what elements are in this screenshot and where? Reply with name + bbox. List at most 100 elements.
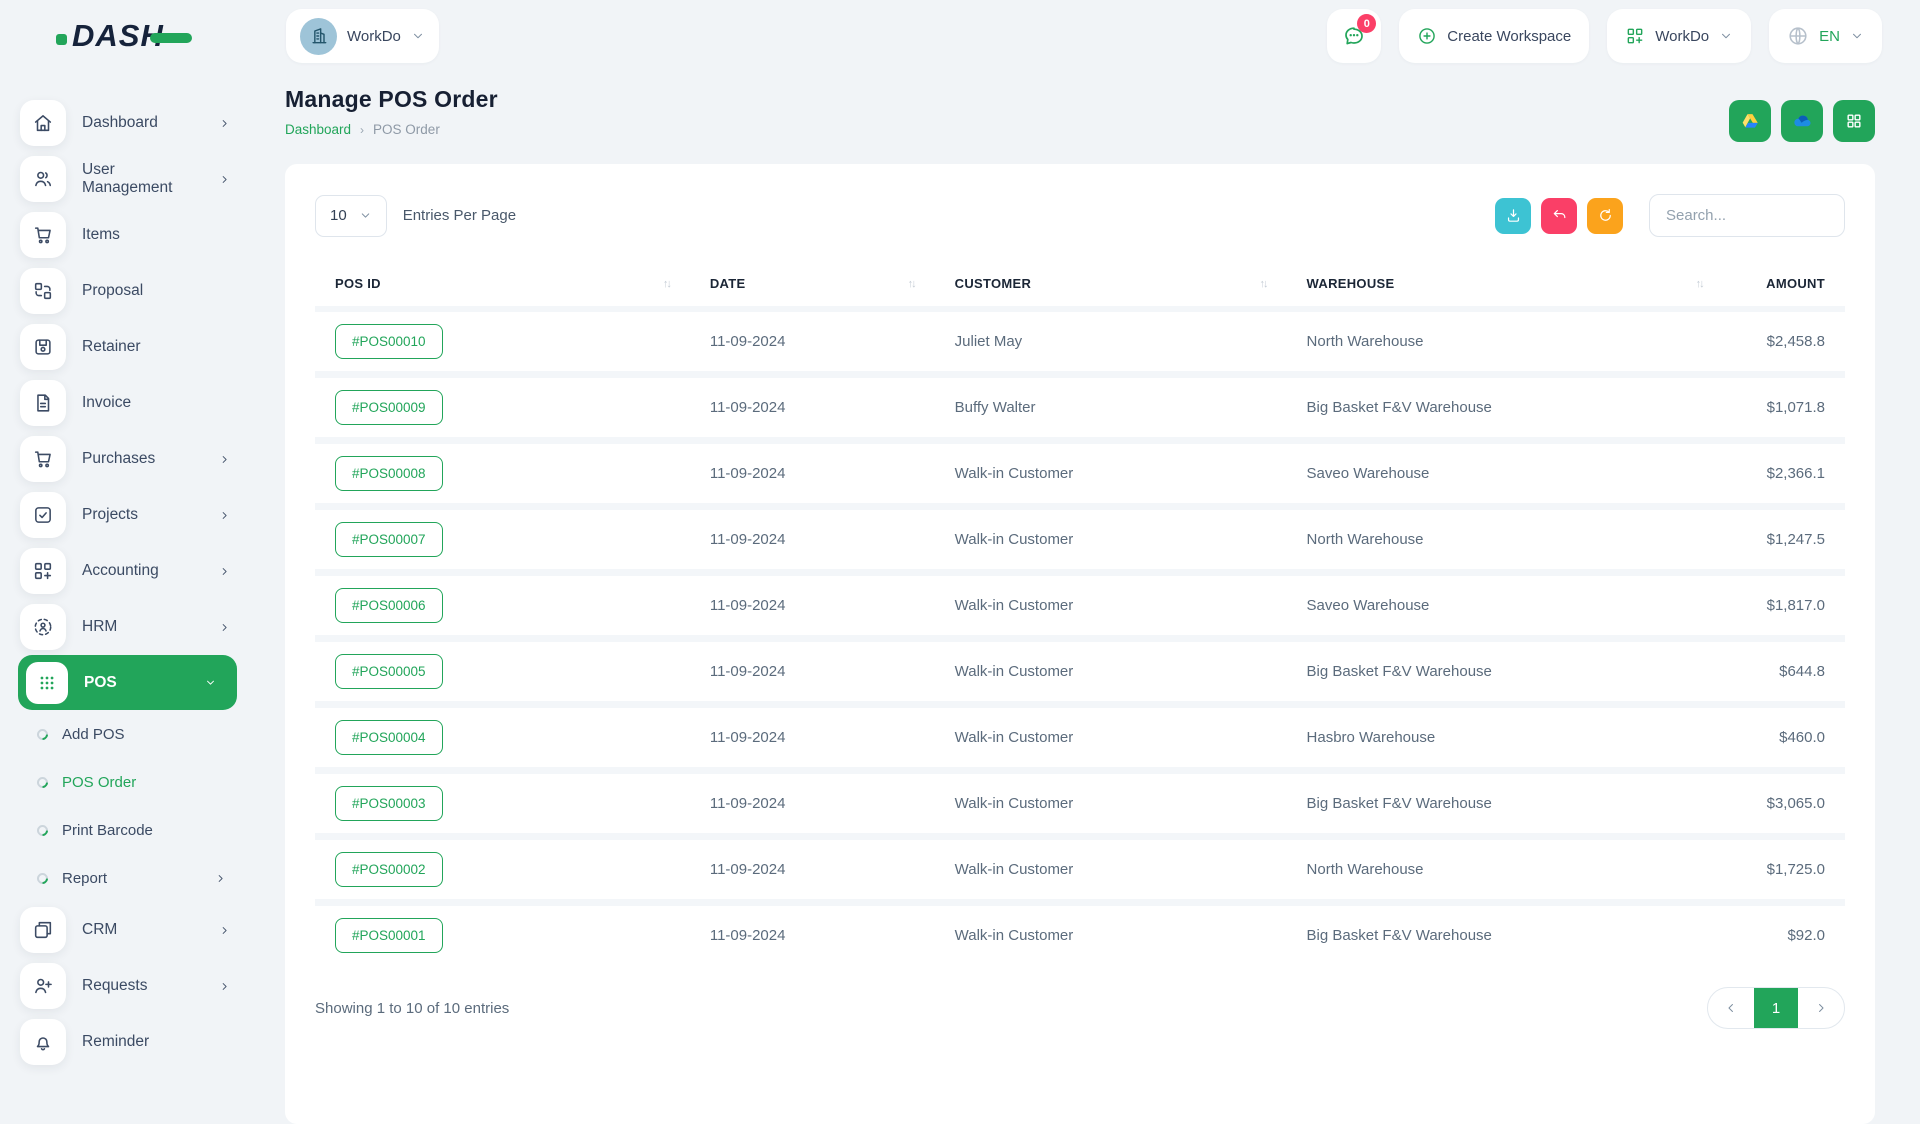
sidebar-item-accounting[interactable]: Accounting [0, 543, 255, 599]
proposal-icon-box [20, 268, 66, 314]
sidebar-subitem-print-barcode[interactable]: Print Barcode [0, 806, 255, 854]
sidebar-item-label: HRM [82, 618, 202, 636]
sidebar-item-label: CRM [82, 921, 202, 939]
create-workspace-button[interactable]: Create Workspace [1399, 9, 1589, 63]
sidebar-item-label: Purchases [82, 450, 202, 468]
sidebar-item-purchases[interactable]: Purchases [0, 431, 255, 487]
sidebar-item-projects[interactable]: Projects [0, 487, 255, 543]
workspace-name: WorkDo [347, 28, 401, 45]
google-drive-button[interactable] [1729, 100, 1771, 142]
grid-icon [1844, 111, 1864, 131]
pos-id-link[interactable]: #POS00009 [335, 390, 443, 425]
chevron-right-icon [1814, 1001, 1828, 1015]
topbar: DASH WorkDo 0 Create Workspace [0, 0, 1920, 72]
users-icon [32, 168, 54, 190]
chevron-right-icon [218, 924, 231, 937]
pos-id-link[interactable]: #POS00006 [335, 588, 443, 623]
sidebar-subitem-report[interactable]: Report [0, 854, 255, 902]
main-content: Manage POS Order Dashboard › POS Order [255, 72, 1920, 1080]
entries-per-page-select[interactable]: 10 [315, 195, 387, 237]
warehouse-cell: Big Basket F&V Warehouse [1287, 771, 1723, 837]
pos-id-link[interactable]: #POS00002 [335, 852, 443, 887]
sidebar-item-reminder[interactable]: Reminder [0, 1014, 255, 1070]
pos-id-cell: #POS00002 [315, 837, 690, 903]
invoice-icon-box [20, 380, 66, 426]
sidebar-item-user-management[interactable]: User Management [0, 151, 255, 207]
search-input[interactable] [1649, 194, 1845, 237]
table-header-row: POS ID↑↓DATE↑↓CUSTOMER↑↓WAREHOUSE↑↓AMOUN… [315, 261, 1845, 309]
sidebar-item-invoice[interactable]: Invoice [0, 375, 255, 431]
refresh-button[interactable] [1587, 198, 1623, 234]
workspace-selector[interactable]: WorkDo [286, 9, 439, 63]
pos-id-link[interactable]: #POS00004 [335, 720, 443, 755]
page-action-buttons [1729, 100, 1875, 142]
chevron-right-icon [218, 980, 231, 993]
grid-plus-icon-box [20, 548, 66, 594]
warehouse-cell: North Warehouse [1287, 309, 1723, 375]
sidebar-item-hrm[interactable]: HRM [0, 599, 255, 655]
sidebar-item-label: Proposal [82, 282, 231, 300]
pagination-prev-button[interactable] [1708, 988, 1754, 1028]
reset-button[interactable] [1541, 198, 1577, 234]
sidebar-item-dashboard[interactable]: Dashboard [0, 95, 255, 151]
sort-icon: ↑↓ [908, 278, 915, 290]
sidebar-subitem-label: Add POS [62, 726, 227, 743]
table-row: #POS0001011-09-2024Juliet MayNorth Wareh… [315, 309, 1845, 375]
column-header-amount[interactable]: AMOUNT [1723, 261, 1845, 309]
grid-dots-icon-box [26, 662, 68, 704]
date-cell: 11-09-2024 [690, 639, 935, 705]
sidebar-item-crm[interactable]: CRM [0, 902, 255, 958]
pagination-next-button[interactable] [1798, 988, 1844, 1028]
table-controls: 10 Entries Per Page [315, 194, 1845, 237]
sidebar: DashboardUser ManagementItems Proposal Ret… [0, 72, 255, 1080]
entries-value: 10 [330, 207, 347, 224]
pos-id-link[interactable]: #POS00003 [335, 786, 443, 821]
logo-dot [56, 34, 67, 45]
sidebar-subitem-pos-order[interactable]: POS Order [0, 758, 255, 806]
sidebar-item-label: Projects [82, 506, 202, 524]
breadcrumb-dashboard-link[interactable]: Dashboard [285, 122, 351, 137]
home-icon [32, 112, 54, 134]
sidebar-subitem-add-pos[interactable]: Add POS [0, 710, 255, 758]
chevron-right-icon [214, 872, 227, 885]
sidebar-item-proposal[interactable]: Proposal [0, 263, 255, 319]
table-row: #POS0000311-09-2024Walk-in CustomerBig B… [315, 771, 1845, 837]
pagination: 1 [1707, 987, 1845, 1029]
sidebar-item-pos[interactable]: POS [18, 655, 237, 710]
sidebar-item-requests[interactable]: Requests [0, 958, 255, 1014]
messages-button[interactable]: 0 [1327, 9, 1381, 63]
sidebar-item-label: Accounting [82, 562, 202, 580]
date-cell: 11-09-2024 [690, 705, 935, 771]
column-header-customer[interactable]: CUSTOMER↑↓ [935, 261, 1287, 309]
pos-id-cell: #POS00007 [315, 507, 690, 573]
customer-cell: Walk-in Customer [935, 903, 1287, 966]
pos-id-cell: #POS00006 [315, 573, 690, 639]
sidebar-item-items[interactable]: Items [0, 207, 255, 263]
pos-id-link[interactable]: #POS00001 [335, 918, 443, 953]
breadcrumb-current: POS Order [373, 122, 440, 137]
export-button[interactable] [1495, 198, 1531, 234]
onedrive-button[interactable] [1781, 100, 1823, 142]
column-header-date[interactable]: DATE↑↓ [690, 261, 935, 309]
customer-cell: Walk-in Customer [935, 705, 1287, 771]
customer-cell: Buffy Walter [935, 375, 1287, 441]
column-header-pos-id[interactable]: POS ID↑↓ [315, 261, 690, 309]
pos-id-link[interactable]: #POS00005 [335, 654, 443, 689]
grid-view-button[interactable] [1833, 100, 1875, 142]
pos-id-link[interactable]: #POS00008 [335, 456, 443, 491]
pos-id-cell: #POS00004 [315, 705, 690, 771]
date-cell: 11-09-2024 [690, 309, 935, 375]
sidebar-item-retainer[interactable]: Retainer [0, 319, 255, 375]
warehouse-cell: Big Basket F&V Warehouse [1287, 903, 1723, 966]
pagination-page-1[interactable]: 1 [1754, 988, 1798, 1028]
workdo-menu-button[interactable]: WorkDo [1607, 9, 1751, 63]
pos-id-link[interactable]: #POS00010 [335, 324, 443, 359]
pos-id-cell: #POS00010 [315, 309, 690, 375]
logo-bar [150, 33, 192, 43]
column-header-warehouse[interactable]: WAREHOUSE↑↓ [1287, 261, 1723, 309]
language-selector[interactable]: EN [1769, 9, 1882, 63]
sidebar-subitem-label: Report [62, 870, 200, 887]
chevron-right-icon [218, 117, 231, 130]
pos-id-link[interactable]: #POS00007 [335, 522, 443, 557]
bullet-icon [35, 822, 51, 838]
